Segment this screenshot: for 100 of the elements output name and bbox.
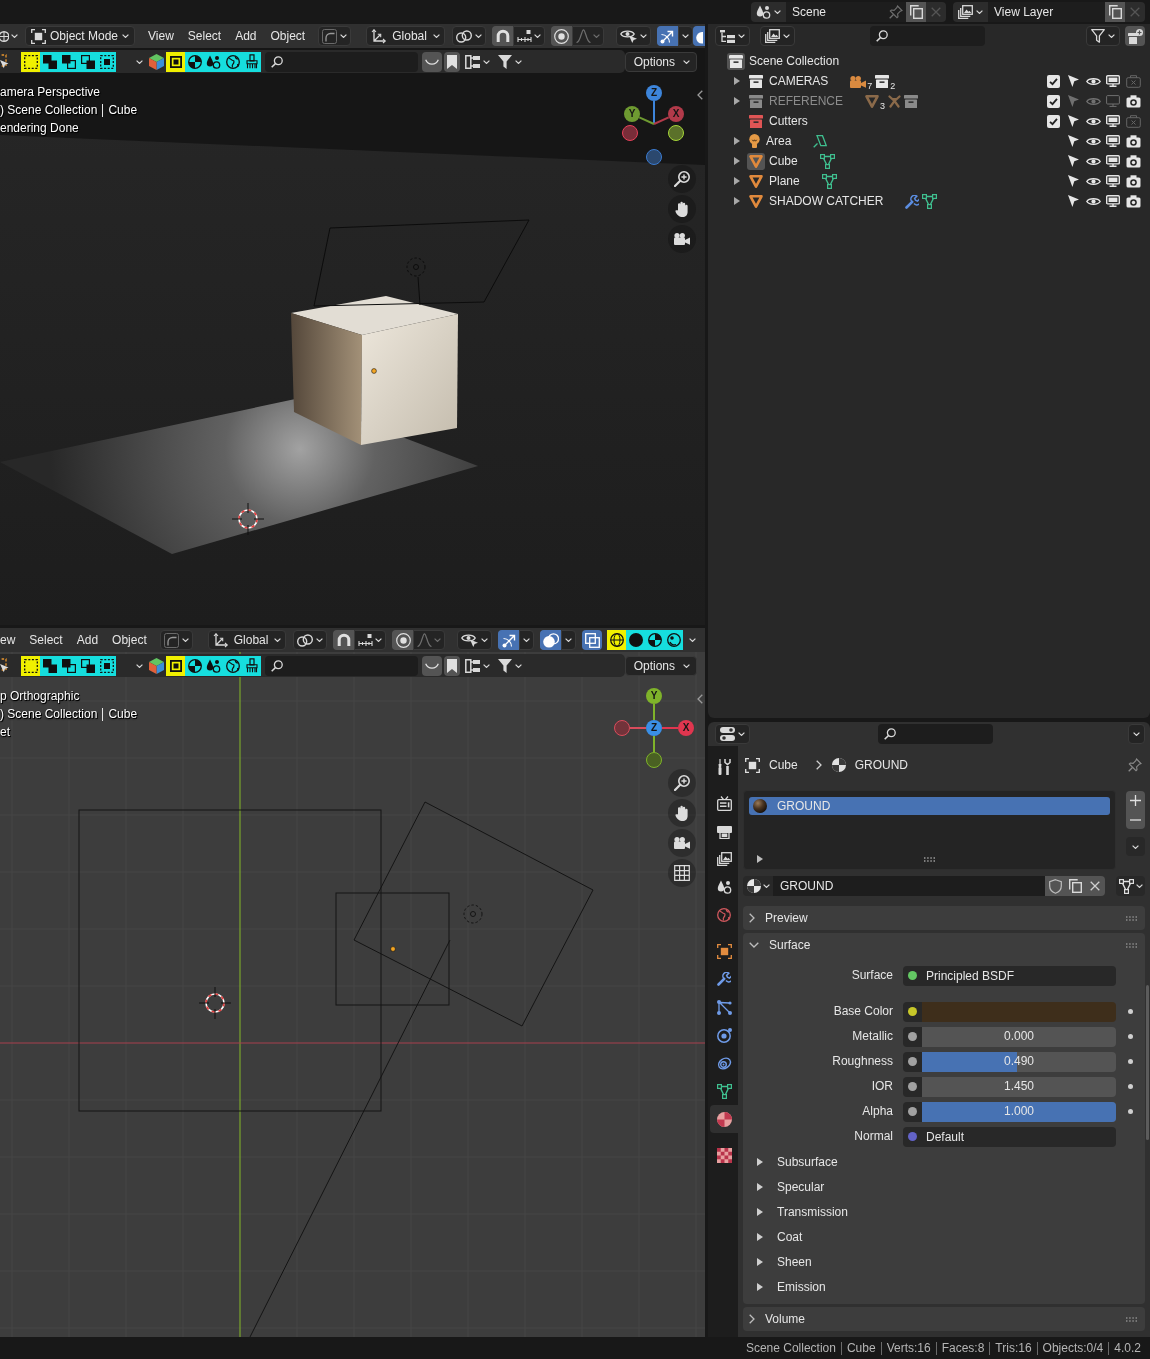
filter-toggle-button[interactable] xyxy=(223,655,242,676)
selection-mode-button[interactable] xyxy=(59,51,78,72)
pointer-icon[interactable] xyxy=(1067,75,1079,87)
arc-toggle-button[interactable] xyxy=(422,51,442,72)
keyframe-dot-icon[interactable] xyxy=(1128,1059,1133,1064)
unlink-material-button[interactable] xyxy=(1085,876,1105,896)
material-name-field[interactable]: GROUND xyxy=(773,876,1045,896)
tree-item[interactable]: SHADOW CATCHER xyxy=(769,193,884,209)
selection-mode-button[interactable] xyxy=(97,51,116,72)
new-scene-button[interactable] xyxy=(906,2,926,22)
panel-header[interactable]: Surface xyxy=(743,933,1145,957)
arc-toggle-button[interactable] xyxy=(422,655,442,676)
transform-affect-dropdown[interactable] xyxy=(159,630,193,650)
bookmark-toggle-button[interactable] xyxy=(444,655,460,676)
pointer-icon[interactable] xyxy=(1067,135,1079,147)
camera-icon[interactable] xyxy=(1125,134,1141,148)
monitor-icon[interactable] xyxy=(1106,75,1120,87)
filter-toggle-button[interactable] xyxy=(242,655,261,676)
tree-item[interactable]: Area xyxy=(766,133,792,149)
color-swatch[interactable] xyxy=(922,1001,1116,1022)
gizmo-toggle-button[interactable] xyxy=(656,26,678,46)
view-layer-name-field[interactable]: View Layer xyxy=(988,2,1105,22)
tree-item[interactable]: Cutters xyxy=(769,113,808,129)
keyframe-dot-icon[interactable] xyxy=(1128,1034,1133,1039)
filter-toggle-button[interactable] xyxy=(223,51,242,72)
checkbox[interactable] xyxy=(1046,74,1060,88)
properties-tab[interactable] xyxy=(710,1105,738,1133)
pan-button[interactable] xyxy=(668,799,696,827)
socket-button[interactable] xyxy=(903,1101,922,1122)
overlay-toggle-button[interactable] xyxy=(540,630,562,650)
proportional-edit-toggle[interactable] xyxy=(392,630,414,650)
grip-icon[interactable] xyxy=(923,856,935,862)
socket-link-button[interactable]: Default xyxy=(903,1126,1116,1147)
view-layer-filter-dropdown[interactable] xyxy=(760,26,795,46)
visibility-dropdown[interactable] xyxy=(615,26,651,46)
camera-view-button[interactable] xyxy=(668,829,696,857)
checkbox[interactable] xyxy=(1046,94,1060,108)
checkbox[interactable] xyxy=(1046,114,1060,128)
pivot-dropdown[interactable] xyxy=(293,630,328,650)
zoom-button[interactable] xyxy=(668,769,696,797)
socket-button[interactable] xyxy=(903,1001,922,1022)
panel-header[interactable]: Preview xyxy=(743,906,1145,930)
socket-link-button[interactable]: Principled BSDF xyxy=(903,965,1116,986)
color-cube-icon[interactable] xyxy=(149,657,164,674)
selection-mode-button[interactable] xyxy=(40,51,59,72)
filter-toggle-button[interactable] xyxy=(204,655,223,676)
material-slot[interactable]: GROUND xyxy=(749,797,1110,815)
expand-arrow-icon[interactable] xyxy=(734,197,740,205)
pin-button[interactable] xyxy=(886,2,906,22)
expand-arrow-icon[interactable] xyxy=(757,855,763,863)
subpanel-header[interactable]: Sheen xyxy=(743,1249,1145,1274)
visibility-dropdown[interactable] xyxy=(457,630,493,650)
new-collection-button[interactable] xyxy=(1125,26,1145,46)
subpanel-header[interactable]: Emission xyxy=(743,1274,1145,1299)
tree-item[interactable]: Plane xyxy=(769,173,800,189)
selection-mode-button[interactable] xyxy=(59,655,78,676)
chevron-left-icon[interactable] xyxy=(697,90,703,100)
proportional-edit-toggle[interactable] xyxy=(550,26,572,46)
duplicate-material-button[interactable] xyxy=(1065,876,1085,896)
panel-header[interactable]: Volume xyxy=(743,1307,1145,1331)
new-view-layer-button[interactable] xyxy=(1105,2,1125,22)
filter-toggle-button[interactable] xyxy=(185,51,204,72)
shading-mode-button[interactable] xyxy=(607,630,627,650)
selection-mode-button[interactable] xyxy=(97,655,116,676)
camera-off-icon[interactable] xyxy=(1125,74,1141,88)
expand-arrow-icon[interactable] xyxy=(734,137,740,145)
menu-button[interactable]: Object xyxy=(263,26,313,46)
menu-button[interactable]: ew xyxy=(0,630,23,650)
keyframe-dot-icon[interactable] xyxy=(1128,1009,1133,1014)
socket-button[interactable] xyxy=(903,1026,922,1047)
expand-arrow-icon[interactable] xyxy=(734,177,740,185)
value-slider[interactable]: 1.000 xyxy=(922,1101,1116,1122)
pointer-icon[interactable] xyxy=(1067,195,1079,207)
socket-button[interactable] xyxy=(903,1051,922,1072)
camera-icon[interactable] xyxy=(1125,174,1141,188)
keyframe-dot-icon[interactable] xyxy=(1128,1084,1133,1089)
subpanel-header[interactable]: Transmission xyxy=(743,1199,1145,1224)
scene-browse-button[interactable] xyxy=(751,2,786,22)
monitor-icon[interactable] xyxy=(1106,135,1120,147)
monitor-icon[interactable] xyxy=(1106,155,1120,167)
selection-mode-button[interactable] xyxy=(40,655,59,676)
expand-arrow-icon[interactable] xyxy=(734,97,740,105)
pin-icon[interactable] xyxy=(1128,758,1142,772)
color-cube-icon[interactable] xyxy=(149,53,164,70)
orientation-dropdown[interactable]: Global xyxy=(366,26,445,46)
camera-off-icon[interactable] xyxy=(1125,114,1141,128)
tree-item[interactable]: REFERENCE xyxy=(769,93,843,109)
filter-toggle-button[interactable] xyxy=(242,51,261,72)
filter-toggle-button[interactable] xyxy=(166,655,185,676)
overlay-toggle-button[interactable] xyxy=(693,26,705,46)
expand-arrow-icon[interactable] xyxy=(734,157,740,165)
orthographic-toggle-button[interactable] xyxy=(668,859,696,887)
scene-name-field[interactable]: Scene xyxy=(786,2,886,22)
snap-target-dropdown[interactable] xyxy=(354,630,387,650)
menu-button[interactable]: Add xyxy=(69,630,106,650)
subpanel-header[interactable]: Subsurface xyxy=(743,1149,1145,1174)
expand-arrow-icon[interactable] xyxy=(734,77,740,85)
monitor-icon[interactable] xyxy=(1106,195,1120,207)
search-field[interactable] xyxy=(265,51,418,72)
material-browse-button[interactable] xyxy=(743,876,773,896)
